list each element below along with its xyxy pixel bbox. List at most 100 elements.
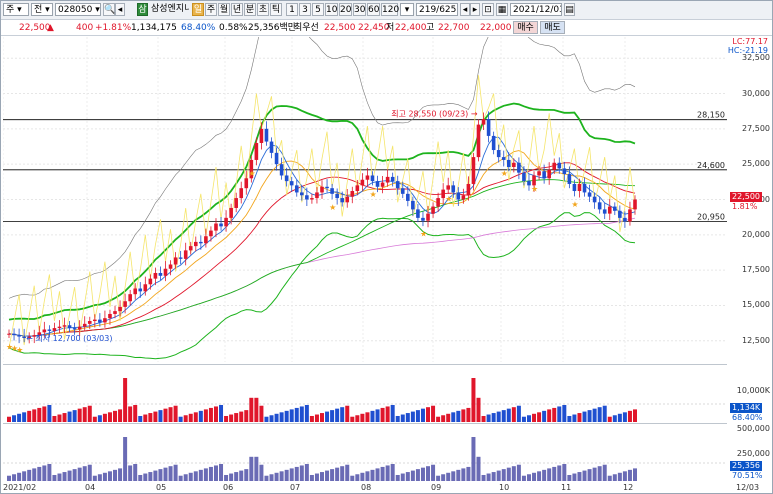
- volume-bar: [173, 405, 178, 422]
- period-unit-select[interactable]: 주 ▾: [3, 3, 29, 16]
- value-bar: [390, 463, 395, 481]
- interval-button[interactable]: 10: [325, 3, 338, 16]
- volume-bar: [148, 413, 153, 422]
- market-select[interactable]: 전 ▾: [31, 3, 53, 16]
- volume-bar: [163, 408, 168, 422]
- last-pct-badge: 1.81%: [732, 202, 758, 211]
- value-bar: [274, 472, 279, 481]
- candle-body: [254, 142, 259, 160]
- x-tick: 10: [499, 483, 510, 492]
- interval-button[interactable]: 30: [353, 3, 366, 16]
- value-bar: [370, 469, 375, 481]
- tab-period-6[interactable]: 틱: [270, 3, 282, 16]
- volume-bar: [612, 415, 617, 422]
- value-bar: [562, 463, 567, 481]
- speaker-icon[interactable]: ◂: [115, 3, 125, 16]
- tab-period-0[interactable]: 일: [192, 3, 204, 16]
- low-price: 22,400: [395, 23, 427, 33]
- candle-body: [501, 157, 506, 160]
- x-tick: 08: [361, 483, 372, 492]
- interval-dropdown[interactable]: ▾: [400, 3, 414, 16]
- candle-body: [133, 288, 138, 295]
- tab-period-4[interactable]: 분: [244, 3, 256, 16]
- candle-body: [491, 135, 496, 151]
- volume-bar: [284, 410, 289, 422]
- tab-period-2[interactable]: 월: [218, 3, 230, 16]
- candle-body: [224, 217, 228, 227]
- date-input[interactable]: 2021/12/03: [510, 3, 562, 16]
- candle-body: [77, 326, 82, 330]
- sell-button[interactable]: 매도: [540, 21, 565, 34]
- value-bar: [52, 474, 57, 481]
- value-bar: [380, 466, 385, 481]
- interval-button[interactable]: 3: [299, 3, 311, 16]
- value-bar: [72, 469, 77, 481]
- buy-button[interactable]: 매수: [513, 21, 538, 34]
- value-ratio-badge: 70.51%: [732, 471, 763, 480]
- volume-bar: [360, 413, 365, 422]
- interval-button[interactable]: 60: [367, 3, 380, 16]
- price: 22,500: [19, 23, 51, 33]
- candle-body: [602, 209, 607, 214]
- code-input[interactable]: 028050 ▾: [55, 3, 101, 16]
- candle-body: [289, 181, 294, 186]
- volume-bar: [466, 407, 471, 422]
- interval-button[interactable]: 20: [339, 3, 352, 16]
- price-panel[interactable]: 28,150 24,600 20,950 최고 28,550 (09/23) → ← 최…: [3, 37, 727, 362]
- volume-bar: [526, 415, 531, 422]
- grid-icon[interactable]: ▦: [496, 3, 508, 16]
- volume-bar: [562, 404, 567, 422]
- right-arrow-icon[interactable]: ▸: [470, 3, 480, 16]
- candle-body: [335, 193, 339, 199]
- value-bar: [183, 474, 188, 481]
- other-price: 22,000: [480, 23, 512, 33]
- volume-bar: [87, 405, 92, 422]
- fullscreen-icon[interactable]: ⊡: [482, 3, 494, 16]
- interval-button[interactable]: 120: [381, 3, 399, 16]
- candle-body: [199, 241, 203, 244]
- tab-period-1[interactable]: 주: [205, 3, 217, 16]
- footer-date: 12/03: [736, 483, 760, 492]
- candle-body: [365, 175, 370, 180]
- candle-body: [618, 210, 622, 218]
- candle-body: [93, 319, 97, 322]
- value-bar: [198, 469, 203, 481]
- volume-bar: [249, 397, 254, 422]
- volume-bar: [617, 413, 622, 422]
- tab-period-5[interactable]: 초: [257, 3, 269, 16]
- value-bar: [32, 468, 37, 481]
- interval-button[interactable]: 5: [312, 3, 324, 16]
- candle-body: [486, 118, 491, 136]
- candle-body: [284, 175, 289, 182]
- interval-button[interactable]: 1: [286, 3, 298, 16]
- volume-bar: [415, 410, 420, 422]
- signal-star: ★: [420, 230, 427, 239]
- search-icon[interactable]: 🔍: [103, 3, 115, 16]
- x-tick: 07: [290, 483, 301, 492]
- candle-body: [244, 178, 249, 189]
- volume-tick: 10,000K: [736, 386, 770, 395]
- left-arrow-icon[interactable]: ◂: [460, 3, 470, 16]
- volume-bar: [451, 412, 456, 422]
- volume-bar: [431, 405, 436, 422]
- volume-bar: [133, 404, 138, 422]
- tab-period-3[interactable]: 년: [231, 3, 243, 16]
- candle-body: [103, 318, 107, 323]
- value-bar: [446, 472, 451, 481]
- value-bar: [102, 472, 107, 481]
- candle-body: [98, 319, 102, 323]
- value-panel[interactable]: [3, 423, 727, 481]
- volume-bar: [355, 415, 360, 422]
- candle-body: [158, 272, 163, 276]
- value-bar: [325, 470, 330, 481]
- volume-badge: 1,134K: [730, 403, 763, 413]
- volume-bar: [602, 405, 607, 422]
- calendar-icon[interactable]: ▤: [564, 3, 575, 16]
- value-bar: [395, 474, 400, 481]
- value-bar: [491, 472, 496, 481]
- volume-bar: [592, 408, 597, 422]
- volume-panel[interactable]: [3, 364, 727, 422]
- candle-body: [562, 168, 567, 175]
- candle-body: [355, 185, 360, 192]
- candle-body: [587, 192, 592, 197]
